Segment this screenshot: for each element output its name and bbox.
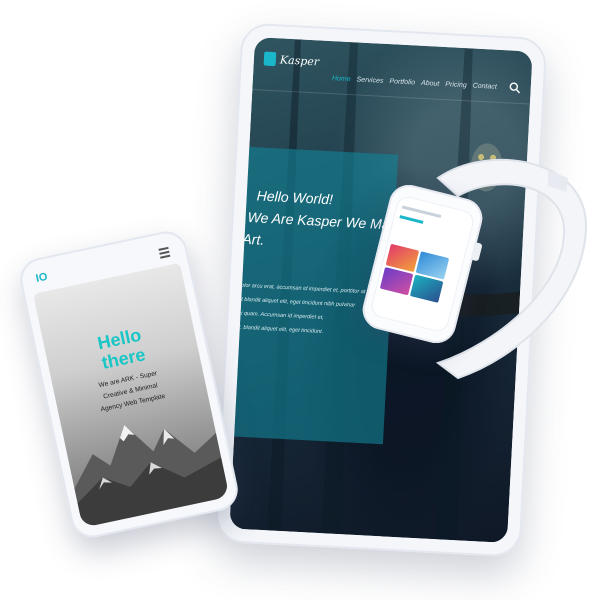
hero-heading-3: Art. — [242, 230, 265, 248]
watch-accent-bar — [399, 215, 424, 224]
device-mockup-scene: Kasper Home Services Portfolio About Pri… — [0, 0, 600, 600]
nav-about[interactable]: About — [421, 80, 440, 88]
nav-home[interactable]: Home — [332, 75, 351, 83]
phone-logo[interactable]: IO — [35, 271, 49, 285]
phone-screen: Hello there We are ARK - Super Creative … — [33, 262, 230, 528]
nav-portfolio[interactable]: Portfolio — [389, 78, 415, 86]
search-icon[interactable] — [508, 81, 521, 94]
gallery-tile[interactable] — [379, 267, 414, 296]
gallery-tile[interactable] — [409, 274, 444, 303]
phone-device: IO Hello there We are ARK - Super Creati… — [16, 227, 242, 542]
brand-name: Kasper — [279, 52, 320, 68]
main-menu: Home Services Portfolio About Pricing Co… — [332, 75, 497, 91]
lock-logo-icon — [263, 51, 277, 67]
watch-gallery — [379, 243, 450, 303]
nav-pricing[interactable]: Pricing — [445, 81, 467, 89]
nav-services[interactable]: Services — [356, 76, 383, 84]
hamburger-menu-icon[interactable] — [158, 246, 171, 261]
brand-logo[interactable]: Kasper — [263, 51, 320, 69]
nav-contact[interactable]: Contact — [472, 83, 496, 91]
